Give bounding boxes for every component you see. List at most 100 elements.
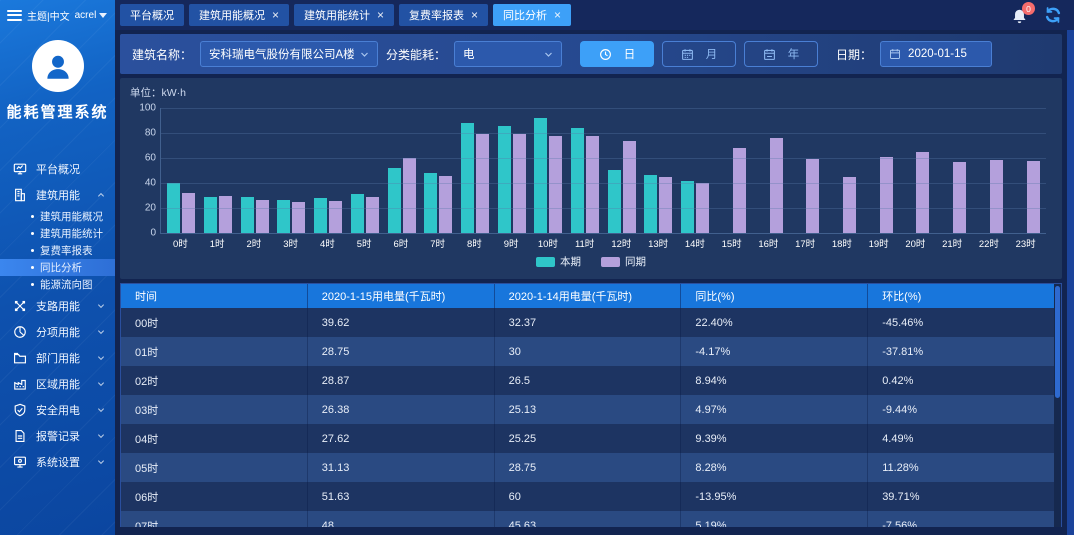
bar-同期[interactable]	[292, 202, 305, 233]
close-icon[interactable]: ×	[272, 9, 279, 21]
period-button-year[interactable]: 年	[744, 41, 818, 67]
bar-同期[interactable]	[329, 201, 342, 233]
branch-energy-icon	[13, 299, 27, 313]
bar-本期[interactable]	[424, 173, 437, 233]
topbar-tab[interactable]: 同比分析×	[493, 4, 571, 26]
user-menu[interactable]: acrel	[75, 10, 108, 21]
calendar-icon	[681, 48, 694, 61]
bar-本期[interactable]	[204, 197, 217, 233]
bar-同期[interactable]	[916, 152, 929, 233]
bar-同期[interactable]	[256, 200, 269, 233]
bar-同期[interactable]	[953, 162, 966, 233]
table-row[interactable]: 06时51.6360-13.95%39.71%	[121, 482, 1054, 511]
bar-本期[interactable]	[388, 168, 401, 233]
bar-本期[interactable]	[461, 123, 474, 233]
bar-group	[530, 108, 567, 233]
table-cell: 26.5	[495, 366, 682, 395]
bar-同期[interactable]	[733, 148, 746, 233]
bar-本期[interactable]	[608, 170, 621, 233]
energy-type-select[interactable]: 电	[454, 41, 562, 67]
bar-同期[interactable]	[880, 157, 893, 233]
sidebar-item[interactable]: 分项用能	[0, 319, 115, 345]
bar-同期[interactable]	[659, 177, 672, 233]
sidebar-subitem[interactable]: 同比分析	[0, 259, 115, 276]
sidebar-subitem[interactable]: 建筑用能统计	[0, 225, 115, 242]
bar-同期[interactable]	[439, 176, 452, 233]
bar-group	[273, 108, 310, 233]
bar-同期[interactable]	[623, 141, 636, 233]
sidebar-item[interactable]: 平台概况	[0, 156, 115, 182]
period-button-month[interactable]: 月	[662, 41, 736, 67]
building-select[interactable]: 安科瑞电气股份有限公司A楼	[200, 41, 378, 67]
x-axis-tick-label: 14时	[677, 236, 714, 250]
y-axis-tick-label: 20	[145, 203, 156, 214]
close-icon[interactable]: ×	[554, 9, 561, 21]
close-icon[interactable]: ×	[471, 9, 478, 21]
bar-同期[interactable]	[1027, 161, 1040, 233]
sidebar-item-label: 安全用电	[36, 402, 80, 418]
table-cell: 4.49%	[868, 424, 1054, 453]
bar-本期[interactable]	[277, 200, 290, 233]
bar-同期[interactable]	[586, 136, 599, 234]
sidebar-item[interactable]: 区域用能	[0, 371, 115, 397]
sidebar-submenu: 建筑用能概况建筑用能统计复费率报表同比分析能源流向图	[0, 208, 115, 293]
close-icon[interactable]: ×	[377, 9, 384, 21]
topbar-tab[interactable]: 建筑用能统计×	[294, 4, 394, 26]
bar-本期[interactable]	[571, 128, 584, 233]
table-row[interactable]: 05时31.1328.758.28%11.28%	[121, 453, 1054, 482]
bar-本期[interactable]	[351, 194, 364, 233]
table-row[interactable]: 03时26.3825.134.97%-9.44%	[121, 395, 1054, 424]
table-cell: 4.97%	[681, 395, 868, 424]
sidebar-item[interactable]: 系统设置	[0, 449, 115, 475]
bar-本期[interactable]	[314, 198, 327, 233]
topbar-tab[interactable]: 复费率报表×	[399, 4, 488, 26]
legend-item[interactable]: 同期	[601, 254, 646, 269]
notification-bell-icon[interactable]: 0	[1011, 6, 1028, 24]
refresh-icon[interactable]	[1044, 6, 1062, 24]
legend-label: 本期	[560, 254, 581, 269]
topbar-tab[interactable]: 建筑用能概况×	[189, 4, 289, 26]
period-button-day[interactable]: 日	[580, 41, 654, 67]
sidebar-item[interactable]: 部门用能	[0, 345, 115, 371]
sidebar-subitem[interactable]: 能源流向图	[0, 276, 115, 293]
person-icon	[41, 49, 75, 83]
topbar-tab[interactable]: 平台概况	[120, 4, 184, 26]
sidebar-item[interactable]: 安全用电	[0, 397, 115, 423]
table-row[interactable]: 04时27.6225.259.39%4.49%	[121, 424, 1054, 453]
bar-group	[714, 108, 751, 233]
bar-本期[interactable]	[241, 197, 254, 233]
bar-同期[interactable]	[806, 159, 819, 233]
table-row[interactable]: 07时4845.635.19%-7.56%	[121, 511, 1054, 527]
legend-label: 同期	[625, 254, 646, 269]
table-row[interactable]: 02时28.8726.58.94%0.42%	[121, 366, 1054, 395]
alarm-record-icon	[13, 429, 27, 443]
bar-同期[interactable]	[403, 158, 416, 233]
sidebar-subitem[interactable]: 复费率报表	[0, 242, 115, 259]
bar-本期[interactable]	[498, 126, 511, 234]
bar-同期[interactable]	[219, 196, 232, 234]
sidebar-subitem[interactable]: 建筑用能概况	[0, 208, 115, 225]
bar-同期[interactable]	[990, 160, 1003, 233]
table-scrollbar-thumb[interactable]	[1055, 286, 1060, 398]
bar-同期[interactable]	[182, 193, 195, 233]
bar-同期[interactable]	[843, 177, 856, 233]
bar-group	[347, 108, 384, 233]
safety-power-icon	[13, 403, 27, 417]
bar-同期[interactable]	[770, 138, 783, 233]
period-button-label: 日	[624, 46, 636, 62]
sidebar-item[interactable]: 报警记录	[0, 423, 115, 449]
sidebar-item[interactable]: 建筑用能	[0, 182, 115, 208]
legend-item[interactable]: 本期	[536, 254, 581, 269]
x-axis-tick-label: 7时	[419, 236, 456, 250]
bar-同期[interactable]	[366, 197, 379, 233]
avatar	[32, 40, 84, 92]
sidebar-item[interactable]: 支路用能	[0, 293, 115, 319]
hamburger-menu-icon[interactable]	[7, 10, 22, 21]
table-row[interactable]: 01时28.7530-4.17%-37.81%	[121, 337, 1054, 366]
locale-switcher[interactable]: 主题|中文	[27, 8, 70, 23]
bar-group	[493, 108, 530, 233]
table-row[interactable]: 00时39.6232.3722.40%-45.46%	[121, 308, 1054, 337]
date-input[interactable]: 2020-01-15	[880, 41, 992, 67]
bar-同期[interactable]	[549, 136, 562, 234]
bar-本期[interactable]	[534, 118, 547, 233]
